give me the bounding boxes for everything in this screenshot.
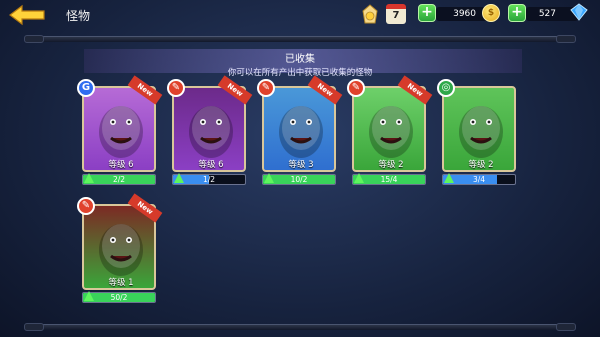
monster-level: 等级 3	[288, 160, 314, 170]
element-badge-icon: ✎	[257, 79, 275, 97]
daily-calendar-icon[interactable]: 7	[386, 4, 406, 24]
monster-portrait: 等级 6	[82, 86, 156, 172]
upgrade-arrow-icon	[444, 173, 454, 183]
monster-card-wolf[interactable]: 等级 3 ✎ New 10/2	[257, 75, 343, 190]
element-badge-icon: ✎	[347, 79, 365, 97]
element-badge-icon: ✎	[167, 79, 185, 97]
page-title: 怪物	[66, 9, 91, 23]
add-gems-button[interactable]: +	[508, 4, 526, 22]
monster-card-yeti[interactable]: 等级 1 ✎ New 50/2	[77, 193, 163, 308]
gold-coin-icon: $	[482, 4, 500, 22]
monster-card-reindeer[interactable]: 等级 6 G New 2/2	[77, 75, 163, 190]
monster-level: 等级 6	[108, 160, 134, 170]
gold-bag-icon[interactable]	[360, 3, 380, 25]
collected-description: 你可以在所有产出中获取已收集的怪物	[227, 68, 373, 78]
top-rail	[30, 36, 570, 42]
bottom-rail	[30, 324, 570, 330]
monster-card-bear[interactable]: 等级 6 ✎ New 1/2	[167, 75, 253, 190]
monster-card-orc[interactable]: 等级 2 ✎ New 15/4	[347, 75, 433, 190]
element-badge-icon: ✎	[77, 197, 95, 215]
upgrade-arrow-icon	[354, 173, 364, 183]
rail-cap-left	[24, 35, 44, 43]
monster-level: 等级 1	[108, 278, 134, 288]
monster-level: 等级 2	[378, 160, 404, 170]
add-gold-button[interactable]: +	[418, 4, 436, 22]
collected-title: 已收集	[285, 54, 315, 65]
upgrade-arrow-icon	[174, 173, 184, 183]
rail-cap-right-bottom	[556, 323, 576, 331]
back-arrow-icon[interactable]	[8, 4, 48, 26]
upgrade-arrow-icon	[264, 173, 274, 183]
monster-portrait: 等级 2	[442, 86, 516, 172]
gem-icon	[570, 3, 588, 21]
monster-portrait: 等级 1	[82, 204, 156, 290]
rail-cap-right	[556, 35, 576, 43]
monster-level: 等级 2	[468, 160, 494, 170]
upgrade-arrow-icon	[84, 173, 94, 183]
element-badge-icon: G	[77, 79, 95, 97]
monster-portrait: 等级 3	[262, 86, 336, 172]
element-badge-icon: ◎	[437, 79, 455, 97]
monster-portrait: 等级 2	[352, 86, 426, 172]
monster-portrait: 等级 6	[172, 86, 246, 172]
monster-card-cowboy[interactable]: 等级 2 ◎ 3/4	[437, 79, 518, 190]
monster-level: 等级 6	[198, 160, 224, 170]
upgrade-arrow-icon	[84, 291, 94, 301]
rail-cap-left-bottom	[24, 323, 44, 331]
top-bar: 怪物 7 + 3960 $ + 527	[0, 0, 600, 32]
